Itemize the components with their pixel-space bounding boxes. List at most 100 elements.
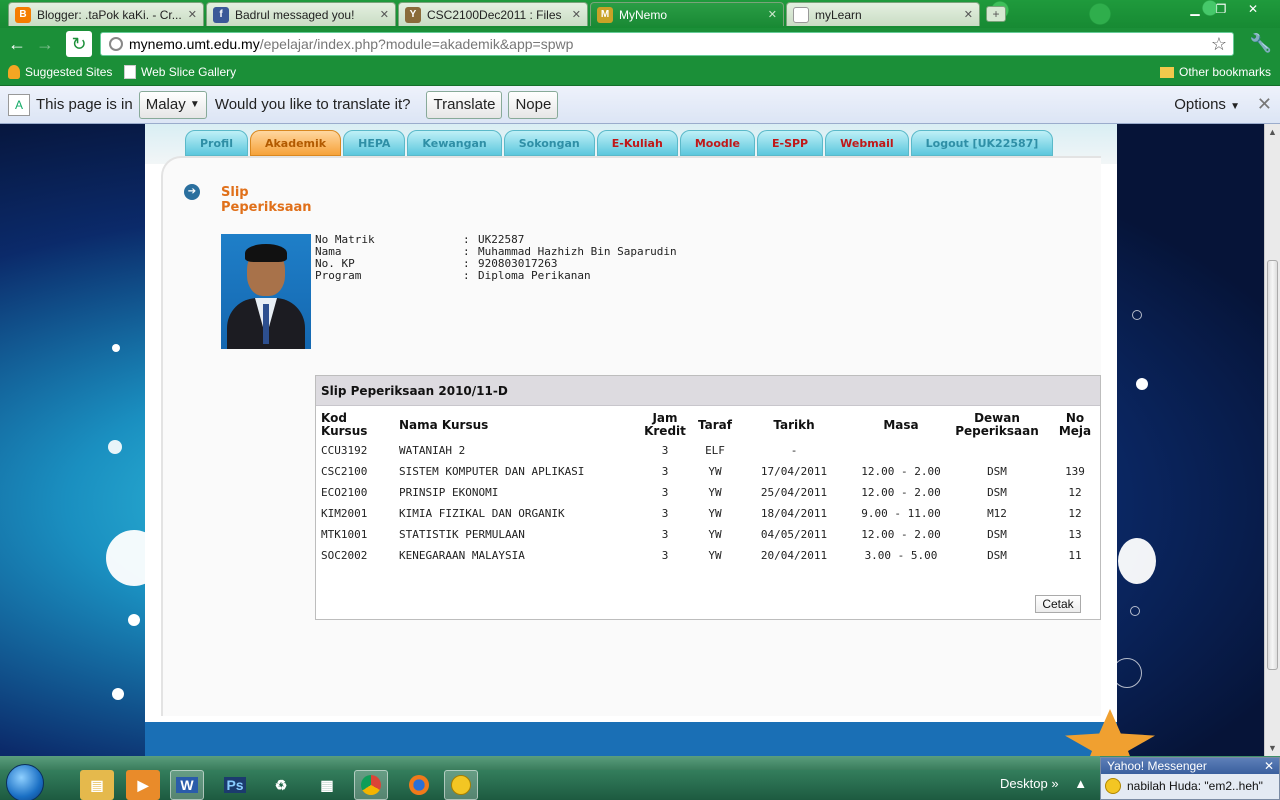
nav-e-spp[interactable]: E-SPP: [756, 130, 824, 156]
table-header-row: Kod Kursus Nama Kursus Jam Kredit Taraf Ta…: [316, 410, 1102, 440]
close-icon[interactable]: ✕: [964, 8, 973, 21]
nav-webmail[interactable]: Webmail: [825, 130, 909, 156]
bookmark-suggested-sites[interactable]: Suggested Sites: [8, 65, 112, 79]
files-icon: Y: [405, 6, 421, 23]
table-row: MTK1001 STATISTIK PERMULAAN 3 YW 04/05/2…: [316, 524, 1102, 545]
scroll-up-icon[interactable]: ▲: [1268, 127, 1277, 137]
cell-tarikh: 17/04/2011: [760, 465, 828, 478]
tab-facebook[interactable]: f Badrul messaged you! ✕: [206, 2, 396, 26]
cell-tarikh: 04/05/2011: [760, 528, 828, 541]
film-icon[interactable]: ▦: [310, 770, 344, 800]
vertical-scrollbar[interactable]: ▲ ▼: [1264, 124, 1280, 756]
close-icon[interactable]: ✕: [380, 8, 389, 21]
column-header-taraf: Taraf: [698, 417, 732, 432]
cell-meja: 13: [1068, 528, 1082, 541]
close-window-button[interactable]: ✕: [1240, 0, 1266, 18]
back-button[interactable]: ←: [4, 31, 30, 57]
folder-icon: [1160, 66, 1174, 78]
yahoo-messenger-notification[interactable]: Yahoo! Messenger ✕ nabilah Huda: "em2..he…: [1100, 757, 1280, 800]
notification-header: Yahoo! Messenger ✕: [1101, 758, 1279, 774]
firefox-icon[interactable]: [402, 770, 436, 800]
tab-title: Badrul messaged you!: [235, 7, 355, 22]
word-icon[interactable]: W: [170, 770, 204, 800]
cell-tarikh: 18/04/2011: [760, 507, 828, 520]
notification-message[interactable]: nabilah Huda: "em2..heh": [1101, 774, 1279, 798]
tab-blogger[interactable]: B Blogger: .taPok kaKi. - Cr... ✕: [8, 2, 204, 26]
cell-kod: CCU3192: [321, 444, 368, 457]
desktop-label: Desktop: [1000, 776, 1048, 791]
scrollbar-thumb[interactable]: [1267, 260, 1278, 670]
table-row: KIM2001 KIMIA FIZIKAL DAN ORGANIK 3 YW 1…: [316, 503, 1102, 524]
cell-nama: SISTEM KOMPUTER DAN APLIKASI: [399, 465, 585, 478]
chevron-up-icon[interactable]: ▲: [1074, 776, 1087, 791]
minimize-button[interactable]: ▁: [1182, 0, 1208, 18]
close-icon[interactable]: ✕: [768, 8, 777, 21]
messenger-icon[interactable]: [444, 770, 478, 800]
language-select[interactable]: Malay ▼: [138, 90, 207, 119]
cell-taraf: YW: [708, 549, 722, 562]
page-title-line: Peperiksaan: [221, 200, 312, 215]
site-page: Profil Akademik HEPA Kewangan Sokongan E…: [145, 124, 1117, 756]
print-button[interactable]: Cetak: [1035, 595, 1081, 613]
chrome-icon[interactable]: [354, 770, 388, 800]
new-tab-button[interactable]: +: [986, 6, 1006, 22]
start-button[interactable]: [6, 764, 44, 800]
bookmark-web-slice-gallery[interactable]: Web Slice Gallery: [124, 65, 236, 79]
forward-button[interactable]: →: [32, 31, 58, 57]
media-player-icon[interactable]: ▶: [126, 770, 160, 800]
firefox-glyph: [409, 775, 429, 795]
nav-kewangan[interactable]: Kewangan: [407, 130, 502, 156]
close-icon[interactable]: ✕: [572, 8, 581, 21]
photoshop-icon[interactable]: Ps: [218, 770, 252, 800]
nav-profil[interactable]: Profil: [185, 130, 248, 156]
close-icon[interactable]: ✕: [1264, 758, 1274, 774]
maximize-button[interactable]: ❐: [1208, 0, 1234, 18]
reload-button[interactable]: ↻: [66, 31, 92, 57]
desktop-toolbar[interactable]: Desktop » ▲: [1000, 776, 1087, 791]
cell-dewan: DSM: [987, 528, 1007, 541]
cell-dewan: M12: [987, 507, 1007, 520]
cell-dewan: DSM: [987, 549, 1007, 562]
cell-tarikh: 25/04/2011: [760, 486, 828, 499]
other-bookmarks[interactable]: Other bookmarks: [1160, 65, 1271, 79]
chrome-glyph: [361, 775, 381, 795]
close-icon[interactable]: ✕: [188, 8, 197, 21]
tab-files[interactable]: Y CSC2100Dec2011 : Files ✕: [398, 2, 588, 26]
nav-moodle[interactable]: Moodle: [679, 130, 755, 156]
cell-dewan: DSM: [987, 486, 1007, 499]
tab-mylearn[interactable]: myLearn ✕: [786, 2, 980, 26]
translate-button[interactable]: Translate: [426, 90, 503, 119]
cell-meja: 12: [1068, 507, 1082, 520]
translate-question: Would you like to translate it?: [214, 96, 411, 113]
nav-akademik[interactable]: Akademik: [249, 130, 342, 156]
nav-sokongan[interactable]: Sokongan: [503, 130, 595, 156]
explorer-icon[interactable]: ▤: [80, 770, 114, 800]
url-host: mynemo.umt.edu.my: [129, 36, 260, 52]
address-bar[interactable]: mynemo.umt.edu.my/epelajar/index.php?mod…: [100, 32, 1234, 56]
column-header-kod: Kod Kursus: [321, 411, 368, 438]
bubble-decoration: [108, 440, 122, 454]
tab-mynemo[interactable]: M MyNemo ✕: [590, 2, 784, 26]
student-photo: [221, 234, 311, 349]
cell-masa: 12.00 - 2.00: [861, 486, 941, 499]
cell-jam: 3: [661, 444, 669, 457]
nav-e-kuliah[interactable]: E-Kuliah: [596, 130, 678, 156]
wrench-icon[interactable]: 🔧: [1250, 33, 1272, 54]
options-menu[interactable]: Options ▼: [1174, 96, 1240, 113]
blogger-icon: B: [15, 6, 31, 23]
bookmark-label: Web Slice Gallery: [141, 65, 237, 79]
recycle-icon[interactable]: ♻: [264, 770, 298, 800]
facebook-icon: f: [213, 6, 229, 23]
bookmark-star-icon[interactable]: ☆: [1211, 34, 1227, 55]
cell-taraf: YW: [708, 486, 722, 499]
close-icon[interactable]: ✕: [1257, 94, 1272, 115]
browser-toolbar: ← → ↻ mynemo.umt.edu.my/epelajar/index.p…: [0, 28, 1280, 60]
cell-taraf: YW: [708, 528, 722, 541]
scroll-down-icon[interactable]: ▼: [1268, 743, 1277, 753]
nav-hepa[interactable]: HEPA: [343, 130, 406, 156]
theme-decoration: [980, 0, 1280, 28]
cell-nama: STATISTIK PERMULAAN: [399, 528, 525, 541]
nope-button[interactable]: Nope: [508, 90, 559, 119]
photo-hair: [245, 244, 287, 262]
nav-logout[interactable]: Logout [UK22587]: [910, 130, 1054, 156]
